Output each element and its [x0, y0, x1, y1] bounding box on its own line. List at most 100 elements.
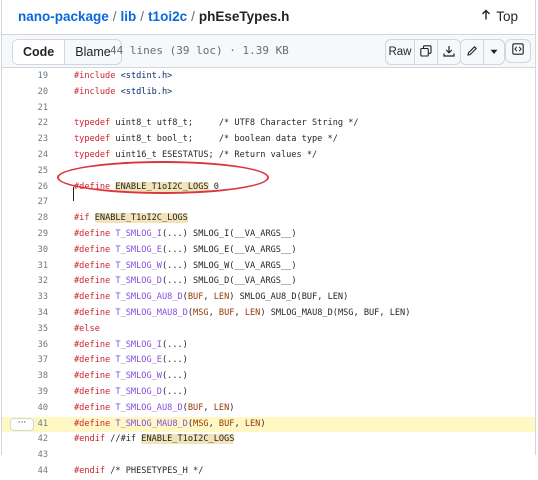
line-number[interactable]: 28 — [2, 211, 48, 227]
code-line: 35 #else — [2, 322, 535, 338]
code-line: 34 #define T_SMLOG_MAU8_D(MSG, BUF, LEN) … — [2, 306, 535, 322]
line-number[interactable]: 32 — [2, 274, 48, 290]
code-line-text: #define T_SMLOG_W(...) — [74, 371, 188, 382]
code-line-text: typedef uint8_t utf8_t; /* UTF8 Characte… — [74, 118, 359, 129]
line-number[interactable]: 20 — [2, 85, 48, 101]
line-number[interactable]: 35 — [2, 322, 48, 338]
code-line: 33 #define T_SMLOG_AU8_D(BUF, LEN) SMLOG_… — [2, 290, 535, 306]
view-mode-toggle: Code Blame — [12, 39, 122, 65]
breadcrumb-repo-link[interactable]: nano-package — [18, 9, 109, 24]
line-number[interactable]: 19 — [2, 69, 48, 85]
code-line-text: #define T_SMLOG_I(...) SMLOG_I(__VA_ARGS… — [74, 228, 297, 239]
breadcrumb-separator: / — [140, 9, 145, 24]
arrow-up-icon — [480, 9, 492, 24]
raw-button[interactable]: Raw — [386, 40, 414, 64]
copy-raw-button[interactable] — [414, 40, 437, 64]
line-number[interactable]: 31 — [2, 259, 48, 275]
top-label: Top — [496, 9, 518, 24]
code-line-text: #define T_SMLOG_D(...) SMLOG_D(__VA_ARGS… — [74, 276, 297, 287]
code-line-text: #define T_SMLOG_E(...) — [74, 355, 188, 366]
code-line: 32 #define T_SMLOG_D(...) SMLOG_D(__VA_AR… — [2, 274, 535, 290]
line-number[interactable]: 34 — [2, 306, 48, 322]
edit-options-dropdown[interactable] — [483, 40, 504, 64]
line-number[interactable]: 42 — [2, 432, 48, 448]
line-number[interactable]: 37 — [2, 353, 48, 369]
code-line-text: #define T_SMLOG_AU8_D(BUF, LEN) — [74, 402, 235, 413]
line-number[interactable]: 24 — [2, 148, 48, 164]
line-number[interactable]: 44 — [2, 464, 48, 480]
breadcrumb-separator: / — [112, 9, 117, 24]
text-cursor — [73, 187, 74, 201]
code-line-text: #define ENABLE_T1oI2C_LOGS 0 — [74, 181, 219, 192]
code-line-text: #define T_SMLOG_MAU8_D(MSG, BUF, LEN) SM… — [74, 307, 411, 318]
edit-icon — [466, 45, 478, 60]
code-line: 24 typedef uint16_t ESESTATUS; /* Return … — [2, 148, 535, 164]
code-line: 25 — [2, 164, 535, 180]
file-toolbar: Code Blame 44 lines (39 loc) · 1.39 KB R… — [2, 34, 535, 68]
code-line-text: #include <stdlib.h> — [74, 86, 173, 97]
code-listing[interactable]: 19 #include <stdint.h> 20 #include <stdlib… — [2, 68, 535, 480]
download-button[interactable] — [437, 40, 460, 64]
file-meta: 44 lines (39 loc) · 1.39 KB — [110, 44, 289, 57]
line-number[interactable]: 38 — [2, 369, 48, 385]
code-line: 27 — [2, 195, 535, 211]
code-line-text: #else — [74, 323, 100, 334]
code-line: 22 typedef uint8_t utf8_t; /* UTF8 Charac… — [2, 116, 535, 132]
line-number[interactable]: 33 — [2, 290, 48, 306]
code-line: 28 #if ENABLE_T1oI2C_LOGS — [2, 211, 535, 227]
line-number[interactable]: 22 — [2, 116, 48, 132]
code-line-text: #include <stdint.h> — [74, 71, 173, 81]
code-line: 23 typedef uint8_t bool_t; /* boolean dat… — [2, 132, 535, 148]
breadcrumb-separator: / — [191, 9, 195, 24]
breadcrumb-t1oi2c-link[interactable]: t1oi2c — [148, 9, 187, 24]
code-line: 29 #define T_SMLOG_I(...) SMLOG_I(__VA_AR… — [2, 227, 535, 243]
code-line-text: #endif //#if ENABLE_T1oI2C_LOGS — [74, 434, 235, 445]
code-line-text: typedef uint16_t ESESTATUS; /* Return va… — [74, 149, 318, 160]
code-line: 44 #endif /* PHESETYPES_H */ — [2, 464, 535, 480]
top-button[interactable]: Top — [480, 9, 518, 24]
breadcrumb-file-name: phEseTypes.h — [198, 9, 290, 24]
line-number[interactable]: 26 — [2, 180, 48, 196]
code-line-text: #define T_SMLOG_AU8_D(BUF, LEN) SMLOG_AU… — [74, 292, 349, 303]
download-icon — [443, 45, 455, 60]
line-number[interactable]: 25 — [2, 164, 48, 180]
code-line: 31 #define T_SMLOG_W(...) SMLOG_W(__VA_AR… — [2, 259, 535, 275]
code-line-text: #define T_SMLOG_D(...) — [74, 386, 188, 397]
code-line: 21 — [2, 101, 535, 117]
line-number[interactable]: 39 — [2, 385, 48, 401]
code-line: 38 #define T_SMLOG_W(...) — [2, 369, 535, 385]
line-number[interactable]: 21 — [2, 101, 48, 117]
code-line-text: #define T_SMLOG_MAU8_D(MSG, BUF, LEN) — [74, 418, 266, 429]
code-line: 26 #define ENABLE_T1oI2C_LOGS 0 — [2, 180, 535, 196]
line-number[interactable]: 36 — [2, 338, 48, 354]
copy-icon — [420, 44, 432, 60]
line-number[interactable]: 27 — [2, 195, 48, 211]
line-number[interactable]: 43 — [2, 448, 48, 464]
raw-copy-download-group: Raw — [385, 39, 461, 65]
line-number[interactable]: 29 — [2, 227, 48, 243]
line-number[interactable]: 23 — [2, 132, 48, 148]
tab-code[interactable]: Code — [13, 40, 66, 64]
code-line: 19 #include <stdint.h> — [2, 69, 535, 85]
breadcrumb: nano-package / lib / t1oi2c / phEseTypes.h Top — [0, 0, 538, 34]
code-line: 37 #define T_SMLOG_E(...) — [2, 353, 535, 369]
symbols-panel-icon — [512, 42, 524, 60]
code-line: 20 #include <stdlib.h> — [2, 85, 535, 101]
symbols-panel-button[interactable] — [505, 39, 531, 63]
code-line: 43 — [2, 448, 535, 464]
breadcrumb-lib-link[interactable]: lib — [121, 9, 137, 24]
edit-button[interactable] — [461, 40, 483, 64]
code-line-text: #define T_SMLOG_W(...) SMLOG_W(__VA_ARGS… — [74, 260, 297, 271]
code-line-text: #define T_SMLOG_E(...) SMLOG_E(__VA_ARGS… — [74, 244, 297, 255]
edit-button-group — [460, 39, 505, 65]
code-line: 40 #define T_SMLOG_AU8_D(BUF, LEN) — [2, 401, 535, 417]
code-line-text: #define T_SMLOG_I(...) — [74, 339, 188, 350]
line-number[interactable]: 41 — [2, 417, 48, 433]
code-line: 39 #define T_SMLOG_D(...) — [2, 385, 535, 401]
code-line-text: #endif /* PHESETYPES_H */ — [74, 465, 204, 476]
code-line: 36 #define T_SMLOG_I(...) — [2, 338, 535, 354]
line-number[interactable]: 30 — [2, 243, 48, 259]
code-line-text: typedef uint8_t bool_t; /* boolean data … — [74, 134, 338, 145]
line-number[interactable]: 40 — [2, 401, 48, 417]
code-line: 30 #define T_SMLOG_E(...) SMLOG_E(__VA_AR… — [2, 243, 535, 259]
